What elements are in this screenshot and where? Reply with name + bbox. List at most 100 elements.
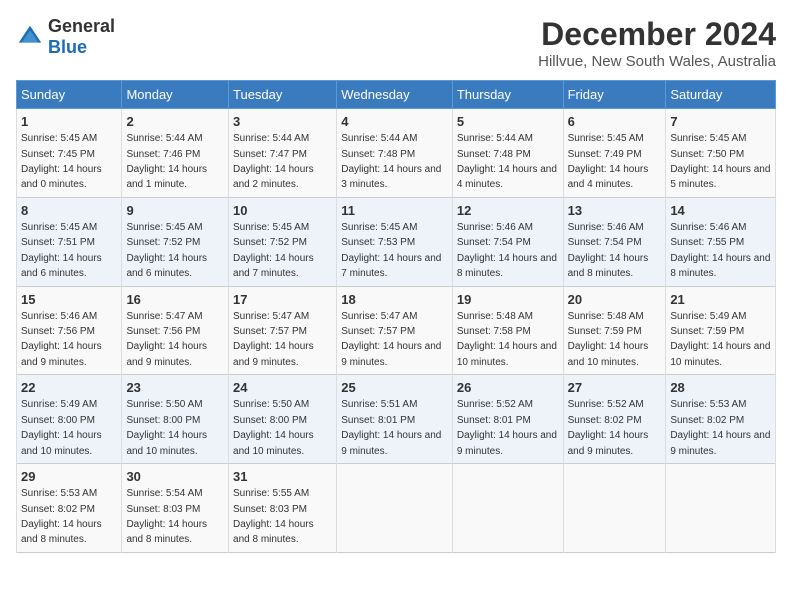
main-title: December 2024 bbox=[538, 16, 776, 53]
day-info: Sunrise: 5:46 AMSunset: 7:54 PMDaylight:… bbox=[457, 222, 557, 279]
day-number: 28 bbox=[670, 379, 771, 397]
header-cell-sunday: Sunday bbox=[17, 81, 122, 109]
day-number: 27 bbox=[568, 379, 662, 397]
day-cell: 5 Sunrise: 5:44 AMSunset: 7:48 PMDayligh… bbox=[452, 109, 563, 198]
day-info: Sunrise: 5:50 AMSunset: 8:00 PMDaylight:… bbox=[126, 399, 207, 456]
day-cell: 16 Sunrise: 5:47 AMSunset: 7:56 PMDaylig… bbox=[122, 286, 229, 375]
page-header: General Blue December 2024 Hillvue, New … bbox=[16, 16, 776, 70]
logo-text-blue: Blue bbox=[48, 37, 87, 57]
day-info: Sunrise: 5:44 AMSunset: 7:48 PMDaylight:… bbox=[341, 133, 441, 190]
day-info: Sunrise: 5:45 AMSunset: 7:49 PMDaylight:… bbox=[568, 133, 649, 190]
day-number: 8 bbox=[21, 202, 117, 220]
day-cell: 2 Sunrise: 5:44 AMSunset: 7:46 PMDayligh… bbox=[122, 109, 229, 198]
day-cell bbox=[337, 464, 453, 553]
subtitle: Hillvue, New South Wales, Australia bbox=[538, 53, 776, 70]
day-number: 7 bbox=[670, 113, 771, 131]
header-cell-saturday: Saturday bbox=[666, 81, 776, 109]
logo-icon bbox=[16, 23, 44, 51]
title-block: December 2024 Hillvue, New South Wales, … bbox=[538, 16, 776, 70]
day-number: 15 bbox=[21, 291, 117, 309]
day-cell: 10 Sunrise: 5:45 AMSunset: 7:52 PMDaylig… bbox=[229, 197, 337, 286]
day-number: 19 bbox=[457, 291, 559, 309]
week-row-2: 8 Sunrise: 5:45 AMSunset: 7:51 PMDayligh… bbox=[17, 197, 776, 286]
header-cell-monday: Monday bbox=[122, 81, 229, 109]
day-info: Sunrise: 5:46 AMSunset: 7:56 PMDaylight:… bbox=[21, 311, 102, 368]
day-info: Sunrise: 5:51 AMSunset: 8:01 PMDaylight:… bbox=[341, 399, 441, 456]
day-info: Sunrise: 5:44 AMSunset: 7:47 PMDaylight:… bbox=[233, 133, 314, 190]
day-info: Sunrise: 5:47 AMSunset: 7:57 PMDaylight:… bbox=[341, 311, 441, 368]
day-cell: 9 Sunrise: 5:45 AMSunset: 7:52 PMDayligh… bbox=[122, 197, 229, 286]
day-cell: 25 Sunrise: 5:51 AMSunset: 8:01 PMDaylig… bbox=[337, 375, 453, 464]
header-cell-thursday: Thursday bbox=[452, 81, 563, 109]
day-cell: 27 Sunrise: 5:52 AMSunset: 8:02 PMDaylig… bbox=[563, 375, 666, 464]
day-cell: 31 Sunrise: 5:55 AMSunset: 8:03 PMDaylig… bbox=[229, 464, 337, 553]
day-info: Sunrise: 5:48 AMSunset: 7:58 PMDaylight:… bbox=[457, 311, 557, 368]
day-info: Sunrise: 5:46 AMSunset: 7:55 PMDaylight:… bbox=[670, 222, 770, 279]
day-number: 9 bbox=[126, 202, 224, 220]
day-cell: 14 Sunrise: 5:46 AMSunset: 7:55 PMDaylig… bbox=[666, 197, 776, 286]
day-info: Sunrise: 5:53 AMSunset: 8:02 PMDaylight:… bbox=[21, 488, 102, 545]
day-number: 3 bbox=[233, 113, 332, 131]
day-number: 13 bbox=[568, 202, 662, 220]
day-cell: 18 Sunrise: 5:47 AMSunset: 7:57 PMDaylig… bbox=[337, 286, 453, 375]
day-cell: 4 Sunrise: 5:44 AMSunset: 7:48 PMDayligh… bbox=[337, 109, 453, 198]
day-number: 1 bbox=[21, 113, 117, 131]
day-number: 21 bbox=[670, 291, 771, 309]
day-info: Sunrise: 5:47 AMSunset: 7:57 PMDaylight:… bbox=[233, 311, 314, 368]
calendar-body: 1 Sunrise: 5:45 AMSunset: 7:45 PMDayligh… bbox=[17, 109, 776, 553]
day-cell: 29 Sunrise: 5:53 AMSunset: 8:02 PMDaylig… bbox=[17, 464, 122, 553]
day-number: 30 bbox=[126, 468, 224, 486]
week-row-4: 22 Sunrise: 5:49 AMSunset: 8:00 PMDaylig… bbox=[17, 375, 776, 464]
day-cell: 8 Sunrise: 5:45 AMSunset: 7:51 PMDayligh… bbox=[17, 197, 122, 286]
day-info: Sunrise: 5:49 AMSunset: 7:59 PMDaylight:… bbox=[670, 311, 770, 368]
calendar-table: SundayMondayTuesdayWednesdayThursdayFrid… bbox=[16, 80, 776, 553]
day-number: 26 bbox=[457, 379, 559, 397]
day-info: Sunrise: 5:45 AMSunset: 7:53 PMDaylight:… bbox=[341, 222, 441, 279]
logo: General Blue bbox=[16, 16, 115, 58]
day-cell: 26 Sunrise: 5:52 AMSunset: 8:01 PMDaylig… bbox=[452, 375, 563, 464]
day-number: 11 bbox=[341, 202, 448, 220]
day-cell: 23 Sunrise: 5:50 AMSunset: 8:00 PMDaylig… bbox=[122, 375, 229, 464]
day-number: 22 bbox=[21, 379, 117, 397]
header-row: SundayMondayTuesdayWednesdayThursdayFrid… bbox=[17, 81, 776, 109]
day-cell: 7 Sunrise: 5:45 AMSunset: 7:50 PMDayligh… bbox=[666, 109, 776, 198]
day-info: Sunrise: 5:54 AMSunset: 8:03 PMDaylight:… bbox=[126, 488, 207, 545]
day-number: 6 bbox=[568, 113, 662, 131]
day-info: Sunrise: 5:53 AMSunset: 8:02 PMDaylight:… bbox=[670, 399, 770, 456]
day-info: Sunrise: 5:50 AMSunset: 8:00 PMDaylight:… bbox=[233, 399, 314, 456]
day-cell: 13 Sunrise: 5:46 AMSunset: 7:54 PMDaylig… bbox=[563, 197, 666, 286]
day-info: Sunrise: 5:52 AMSunset: 8:02 PMDaylight:… bbox=[568, 399, 649, 456]
day-info: Sunrise: 5:49 AMSunset: 8:00 PMDaylight:… bbox=[21, 399, 102, 456]
day-number: 17 bbox=[233, 291, 332, 309]
logo-text-general: General bbox=[48, 16, 115, 36]
day-number: 12 bbox=[457, 202, 559, 220]
day-cell: 3 Sunrise: 5:44 AMSunset: 7:47 PMDayligh… bbox=[229, 109, 337, 198]
day-number: 20 bbox=[568, 291, 662, 309]
day-number: 25 bbox=[341, 379, 448, 397]
day-cell: 22 Sunrise: 5:49 AMSunset: 8:00 PMDaylig… bbox=[17, 375, 122, 464]
day-info: Sunrise: 5:44 AMSunset: 7:48 PMDaylight:… bbox=[457, 133, 557, 190]
day-number: 31 bbox=[233, 468, 332, 486]
day-number: 16 bbox=[126, 291, 224, 309]
day-number: 14 bbox=[670, 202, 771, 220]
day-info: Sunrise: 5:46 AMSunset: 7:54 PMDaylight:… bbox=[568, 222, 649, 279]
day-number: 2 bbox=[126, 113, 224, 131]
calendar-header: SundayMondayTuesdayWednesdayThursdayFrid… bbox=[17, 81, 776, 109]
day-number: 4 bbox=[341, 113, 448, 131]
day-cell bbox=[563, 464, 666, 553]
day-cell: 28 Sunrise: 5:53 AMSunset: 8:02 PMDaylig… bbox=[666, 375, 776, 464]
day-info: Sunrise: 5:45 AMSunset: 7:52 PMDaylight:… bbox=[126, 222, 207, 279]
day-info: Sunrise: 5:45 AMSunset: 7:45 PMDaylight:… bbox=[21, 133, 102, 190]
day-cell: 19 Sunrise: 5:48 AMSunset: 7:58 PMDaylig… bbox=[452, 286, 563, 375]
day-info: Sunrise: 5:45 AMSunset: 7:51 PMDaylight:… bbox=[21, 222, 102, 279]
day-cell bbox=[452, 464, 563, 553]
day-info: Sunrise: 5:47 AMSunset: 7:56 PMDaylight:… bbox=[126, 311, 207, 368]
day-number: 24 bbox=[233, 379, 332, 397]
day-info: Sunrise: 5:48 AMSunset: 7:59 PMDaylight:… bbox=[568, 311, 649, 368]
header-cell-tuesday: Tuesday bbox=[229, 81, 337, 109]
day-info: Sunrise: 5:52 AMSunset: 8:01 PMDaylight:… bbox=[457, 399, 557, 456]
day-info: Sunrise: 5:44 AMSunset: 7:46 PMDaylight:… bbox=[126, 133, 207, 190]
day-cell: 30 Sunrise: 5:54 AMSunset: 8:03 PMDaylig… bbox=[122, 464, 229, 553]
day-cell: 6 Sunrise: 5:45 AMSunset: 7:49 PMDayligh… bbox=[563, 109, 666, 198]
day-cell: 11 Sunrise: 5:45 AMSunset: 7:53 PMDaylig… bbox=[337, 197, 453, 286]
